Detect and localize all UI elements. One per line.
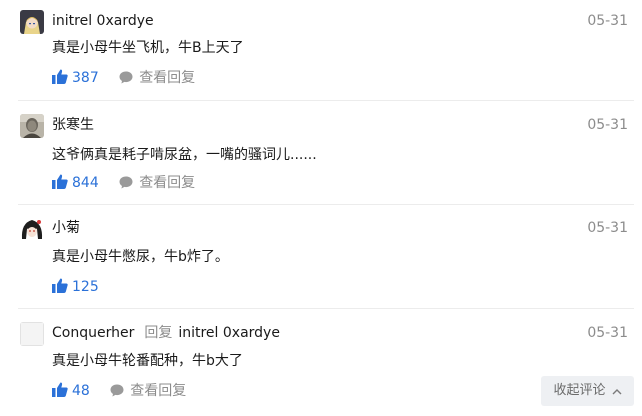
view-replies-button[interactable]: 查看回复 xyxy=(110,381,186,401)
comment-author-line: Conquerher 回复 initrel 0xardye xyxy=(52,322,280,344)
view-replies-button[interactable]: 查看回复 xyxy=(119,173,195,193)
avatar[interactable] xyxy=(20,10,44,34)
comment-text: 真是小母牛轮番配种，牛b大了 xyxy=(52,353,243,369)
like-count: 387 xyxy=(72,70,99,86)
like-count: 125 xyxy=(72,279,99,295)
comment-text: 真是小母牛憋尿，牛b炸了。 xyxy=(52,249,229,265)
like-button[interactable]: 125 xyxy=(52,277,99,297)
comment-item: 小菊 05-31 真是小母牛憋尿，牛b炸了。 125 xyxy=(0,205,642,308)
view-replies-button[interactable]: 查看回复 xyxy=(119,68,195,88)
thumbs-up-icon xyxy=(52,69,68,84)
view-replies-label: 查看回复 xyxy=(130,383,187,399)
avatar[interactable] xyxy=(20,322,44,346)
comment-author-line: 张寒生 xyxy=(52,114,94,136)
collapse-comments-label: 收起评论 xyxy=(553,383,606,398)
like-count: 844 xyxy=(72,175,99,191)
thumbs-up-icon xyxy=(52,278,68,293)
thumbs-up-icon xyxy=(52,382,68,397)
speech-bubble-icon xyxy=(110,384,124,397)
comment-date: 05-31 xyxy=(587,117,628,133)
comment-actions: 387 查看回复 xyxy=(52,68,195,88)
author-name[interactable]: Conquerher xyxy=(52,325,134,341)
avatar[interactable] xyxy=(20,114,44,138)
view-replies-label: 查看回复 xyxy=(139,70,196,86)
like-button[interactable]: 48 xyxy=(52,381,90,401)
comment-author-line: initrel 0xardye xyxy=(52,10,154,32)
author-name[interactable]: 张寒生 xyxy=(52,117,94,133)
comment-actions: 844 查看回复 xyxy=(52,173,195,193)
anime-character-avatar-icon xyxy=(20,10,44,34)
author-name[interactable]: initrel 0xardye xyxy=(52,13,154,29)
like-button[interactable]: 387 xyxy=(52,68,99,88)
avatar[interactable] xyxy=(20,217,44,241)
default-blank-avatar-icon xyxy=(20,322,44,346)
speech-bubble-icon xyxy=(119,71,133,84)
comment-list: initrel 0xardye 05-31 真是小母牛坐飞机，牛B上天了 387… xyxy=(0,0,642,416)
comment-text: 这爷俩真是耗子啃尿盆，一嘴的骚词儿...... xyxy=(52,147,317,163)
thumbs-up-icon xyxy=(52,174,68,189)
collapse-comments-button[interactable]: 收起评论 xyxy=(541,376,634,406)
comment-date: 05-31 xyxy=(587,220,628,236)
view-replies-label: 查看回复 xyxy=(139,175,196,191)
like-button[interactable]: 844 xyxy=(52,173,99,193)
author-name[interactable]: 小菊 xyxy=(52,220,80,236)
reply-target-name[interactable]: initrel 0xardye xyxy=(178,325,280,341)
like-count: 48 xyxy=(72,383,90,399)
comment-date: 05-31 xyxy=(587,13,628,29)
speech-bubble-icon xyxy=(119,176,133,189)
comment-text: 真是小母牛坐飞机，牛B上天了 xyxy=(52,40,244,56)
comment-author-line: 小菊 xyxy=(52,217,80,239)
comment-item: initrel 0xardye 05-31 真是小母牛坐飞机，牛B上天了 387… xyxy=(0,0,642,100)
comment-actions: 48 查看回复 xyxy=(52,381,186,401)
photo-portrait-avatar-icon xyxy=(20,114,44,138)
reply-label: 回复 xyxy=(144,325,173,341)
chevron-up-icon xyxy=(612,389,621,395)
comment-actions: 125 xyxy=(52,277,99,297)
comment-item: 张寒生 05-31 这爷俩真是耗子啃尿盆，一嘴的骚词儿...... 844 查看… xyxy=(0,101,642,204)
anime-girl-avatar-icon xyxy=(20,217,44,241)
comment-date: 05-31 xyxy=(587,325,628,341)
